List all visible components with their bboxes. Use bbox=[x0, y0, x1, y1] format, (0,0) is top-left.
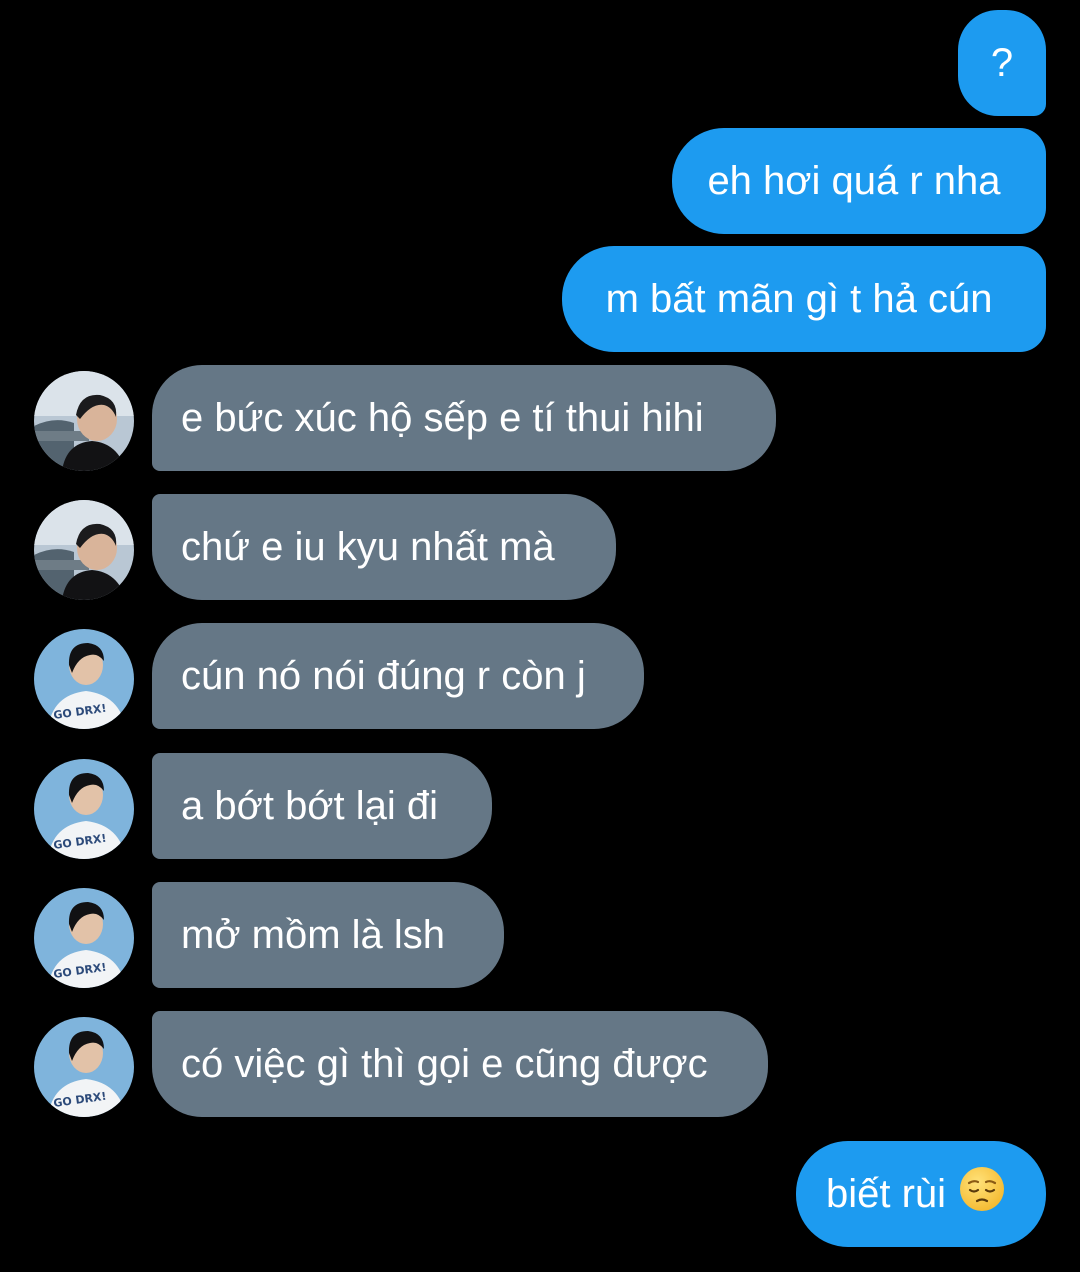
user-b-avatar-image: GO DRX! bbox=[34, 888, 134, 988]
message-text: mở mồm là lsh bbox=[181, 912, 446, 957]
received-message[interactable]: có việc gì thì gọi e cũng được bbox=[152, 1011, 768, 1117]
received-message[interactable]: e bức xúc hộ sếp e tí thui hihi bbox=[152, 365, 776, 471]
user-b-avatar-image: GO DRX! bbox=[34, 759, 134, 859]
user-a-avatar-image bbox=[34, 371, 134, 471]
user-b-avatar[interactable]: GO DRX! bbox=[34, 629, 134, 729]
message-text: ? bbox=[990, 40, 1014, 85]
received-message[interactable]: mở mồm là lsh bbox=[152, 882, 504, 988]
message-text: chứ e iu kyu nhất mà bbox=[181, 524, 555, 569]
user-a-avatar-image bbox=[34, 500, 134, 600]
received-message[interactable]: chứ e iu kyu nhất mà bbox=[152, 494, 616, 600]
sent-message[interactable]: m bất mãn gì t hả cún bbox=[562, 246, 1046, 352]
user-a-avatar[interactable] bbox=[34, 500, 134, 600]
sent-message[interactable]: ? bbox=[958, 10, 1046, 116]
user-b-avatar[interactable]: GO DRX! bbox=[34, 759, 134, 859]
message-text: eh hơi quá r nha bbox=[707, 158, 1001, 203]
message-text: có việc gì thì gọi e cũng được bbox=[181, 1041, 708, 1086]
message-text: e bức xúc hộ sếp e tí thui hihi bbox=[181, 395, 704, 440]
message-text: m bất mãn gì t hả cún bbox=[605, 276, 993, 321]
message-text: biết rùi bbox=[825, 1171, 947, 1216]
sent-message[interactable]: eh hơi quá r nha bbox=[672, 128, 1046, 234]
message-text: a bớt bớt lại đi bbox=[181, 783, 439, 828]
user-b-avatar[interactable]: GO DRX! bbox=[34, 1017, 134, 1117]
user-b-avatar[interactable]: GO DRX! bbox=[34, 888, 134, 988]
user-b-avatar-image: GO DRX! bbox=[34, 1017, 134, 1117]
user-a-avatar[interactable] bbox=[34, 371, 134, 471]
user-b-avatar-image: GO DRX! bbox=[34, 629, 134, 729]
sent-message[interactable]: biết rùi bbox=[796, 1141, 1046, 1247]
received-message[interactable]: cún nó nói đúng r còn j bbox=[152, 623, 644, 729]
message-text: cún nó nói đúng r còn j bbox=[181, 653, 586, 698]
pensive-face-emoji bbox=[958, 1165, 1006, 1223]
received-message[interactable]: a bớt bớt lại đi bbox=[152, 753, 492, 859]
